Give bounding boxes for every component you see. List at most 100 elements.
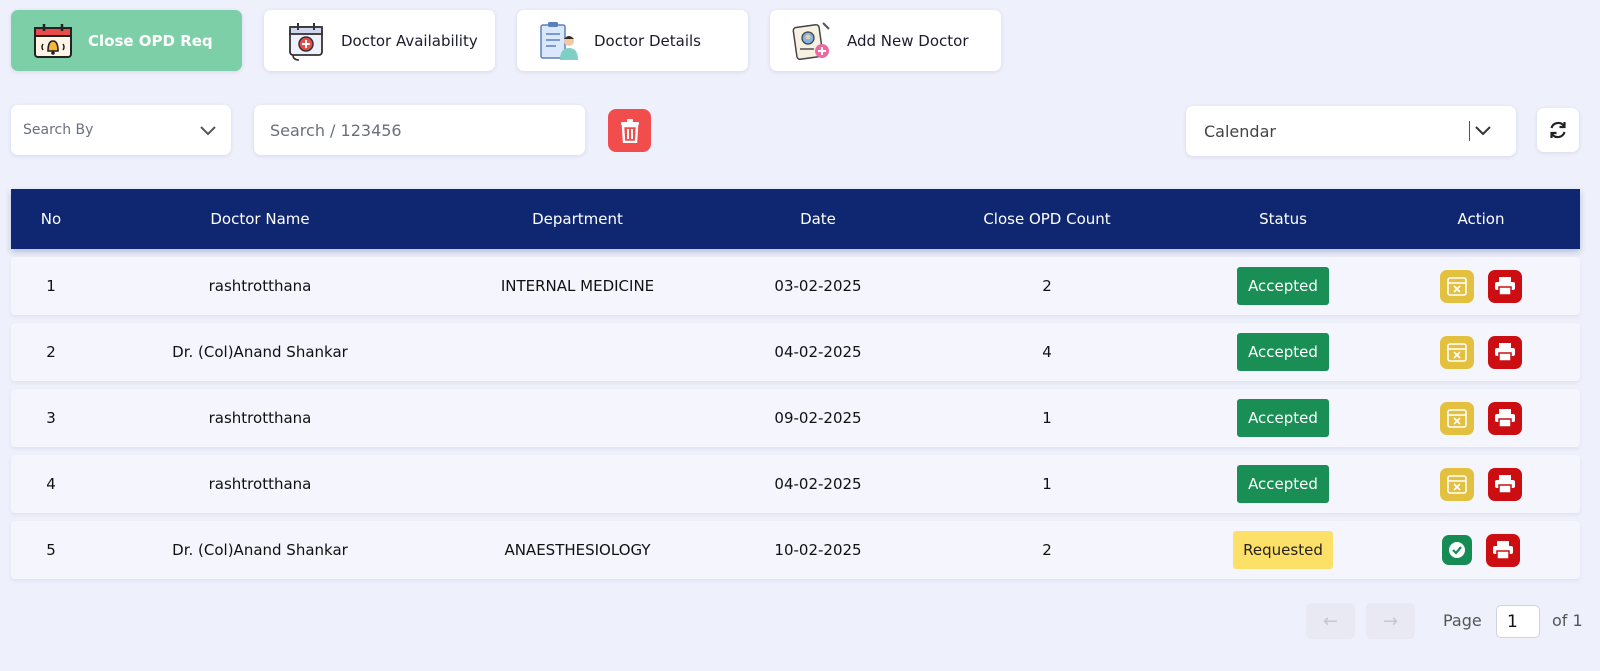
page-total-label: of 1	[1552, 611, 1583, 630]
table-row: 5 Dr. (Col)Anand Shankar ANAESTHESIOLOGY…	[11, 521, 1580, 579]
cell-count: 1	[1042, 409, 1052, 427]
table-row: 1 rashtrotthana INTERNAL MEDICINE 03-02-…	[11, 257, 1580, 315]
cell-date: 04-02-2025	[774, 343, 862, 361]
calendar-x-icon	[1447, 343, 1467, 362]
search-input[interactable]	[254, 105, 585, 155]
cell-doctor-name: rashtrotthana	[208, 277, 312, 295]
status-badge: Accepted	[1237, 465, 1329, 503]
cell-no: 3	[46, 409, 56, 427]
tab-bar: Close OPD Req Doctor Availability Doctor…	[11, 10, 1001, 71]
printer-icon	[1495, 343, 1515, 362]
cell-date: 10-02-2025	[774, 541, 862, 559]
refresh-button[interactable]	[1537, 108, 1579, 152]
doctor-clipboard-icon	[540, 21, 578, 60]
trash-icon	[620, 118, 639, 143]
cell-no: 2	[46, 343, 56, 361]
calendar-x-icon	[1447, 475, 1467, 494]
next-page-button[interactable]: →	[1366, 603, 1415, 639]
header-department: Department	[532, 210, 623, 228]
cancel-button[interactable]	[1440, 467, 1474, 501]
search-by-select[interactable]: Search By	[11, 105, 231, 155]
cell-count: 1	[1042, 475, 1052, 493]
cell-status: Accepted	[1184, 267, 1382, 305]
calendar-bell-icon	[34, 23, 72, 58]
cell-date: 03-02-2025	[774, 277, 862, 295]
cell-department: INTERNAL MEDICINE	[500, 277, 655, 295]
cell-count: 4	[1042, 343, 1052, 361]
cell-count: 2	[1042, 541, 1052, 559]
printer-icon	[1495, 409, 1515, 428]
cell-department: ANAESTHESIOLOGY	[504, 541, 651, 559]
cell-action	[1382, 467, 1580, 501]
prev-page-button[interactable]: ←	[1306, 603, 1355, 639]
cell-action	[1382, 269, 1580, 303]
cell-action	[1382, 401, 1580, 435]
cell-status: Accepted	[1184, 333, 1382, 371]
print-button[interactable]	[1488, 401, 1522, 435]
header-no: No	[40, 210, 62, 228]
tab-doctor-availability[interactable]: Doctor Availability	[264, 10, 495, 71]
chevron-down-icon	[200, 126, 216, 136]
divider	[1469, 121, 1470, 141]
table-header: No Doctor Name Department Date Close OPD…	[11, 189, 1580, 249]
tab-label: Doctor Availability	[341, 31, 478, 50]
cell-action	[1382, 533, 1580, 567]
status-badge: Accepted	[1237, 399, 1329, 437]
cancel-button[interactable]	[1440, 335, 1474, 369]
cell-doctor-name: Dr. (Col)Anand Shankar	[172, 343, 348, 361]
cell-doctor-name: rashtrotthana	[208, 409, 312, 427]
calendar-caret	[1469, 121, 1492, 141]
search-by-label: Search By	[23, 122, 94, 138]
cell-status: Requested	[1184, 531, 1382, 569]
cell-status: Accepted	[1184, 399, 1382, 437]
cell-status: Accepted	[1184, 465, 1382, 503]
calendar-x-icon	[1447, 409, 1467, 428]
cell-doctor-name: Dr. (Col)Anand Shankar	[172, 541, 348, 559]
page-label: Page	[1443, 611, 1482, 630]
page-number-input[interactable]	[1496, 605, 1540, 638]
calendar-select[interactable]: Calendar	[1186, 106, 1516, 156]
refresh-icon	[1550, 121, 1566, 139]
cell-date: 04-02-2025	[774, 475, 862, 493]
cell-action	[1382, 335, 1580, 369]
tab-label: Close OPD Req	[88, 31, 213, 50]
cancel-button[interactable]	[1440, 401, 1474, 435]
tab-add-new-doctor[interactable]: Add New Doctor	[770, 10, 1001, 71]
calendar-stethoscope-icon	[289, 22, 323, 61]
table-row: 3 rashtrotthana 09-02-2025 1 Accepted	[11, 389, 1580, 447]
print-button[interactable]	[1488, 335, 1522, 369]
delete-button[interactable]	[608, 109, 651, 152]
cell-count: 2	[1042, 277, 1052, 295]
status-badge: Accepted	[1237, 333, 1329, 371]
tab-close-opd-req[interactable]: Close OPD Req	[11, 10, 242, 71]
tab-doctor-details[interactable]: Doctor Details	[517, 10, 748, 71]
chevron-down-icon	[1475, 126, 1491, 136]
header-doctor-name: Doctor Name	[210, 210, 310, 228]
print-button[interactable]	[1488, 269, 1522, 303]
cell-date: 09-02-2025	[774, 409, 862, 427]
header-action: Action	[1457, 210, 1505, 228]
printer-icon	[1495, 475, 1515, 494]
cell-no: 1	[46, 277, 56, 295]
close-opd-table: No Doctor Name Department Date Close OPD…	[11, 189, 1580, 579]
printer-icon	[1493, 541, 1513, 560]
header-date: Date	[800, 210, 836, 228]
print-button[interactable]	[1486, 533, 1520, 567]
table-row: 2 Dr. (Col)Anand Shankar 04-02-2025 4 Ac…	[11, 323, 1580, 381]
table-row: 4 rashtrotthana 04-02-2025 1 Accepted	[11, 455, 1580, 513]
tab-label: Add New Doctor	[847, 31, 969, 50]
header-status: Status	[1259, 210, 1307, 228]
print-button[interactable]	[1488, 467, 1522, 501]
printer-icon	[1495, 277, 1515, 296]
check-badge-icon	[1449, 542, 1465, 558]
calendar-x-icon	[1447, 277, 1467, 296]
cancel-button[interactable]	[1440, 269, 1474, 303]
status-badge: Requested	[1233, 531, 1333, 569]
cell-no: 5	[46, 541, 56, 559]
tab-label: Doctor Details	[594, 31, 701, 50]
calendar-label: Calendar	[1204, 121, 1276, 141]
cell-no: 4	[46, 475, 56, 493]
add-doctor-icon	[792, 21, 830, 60]
status-badge: Accepted	[1237, 267, 1329, 305]
approve-button[interactable]	[1442, 535, 1472, 565]
